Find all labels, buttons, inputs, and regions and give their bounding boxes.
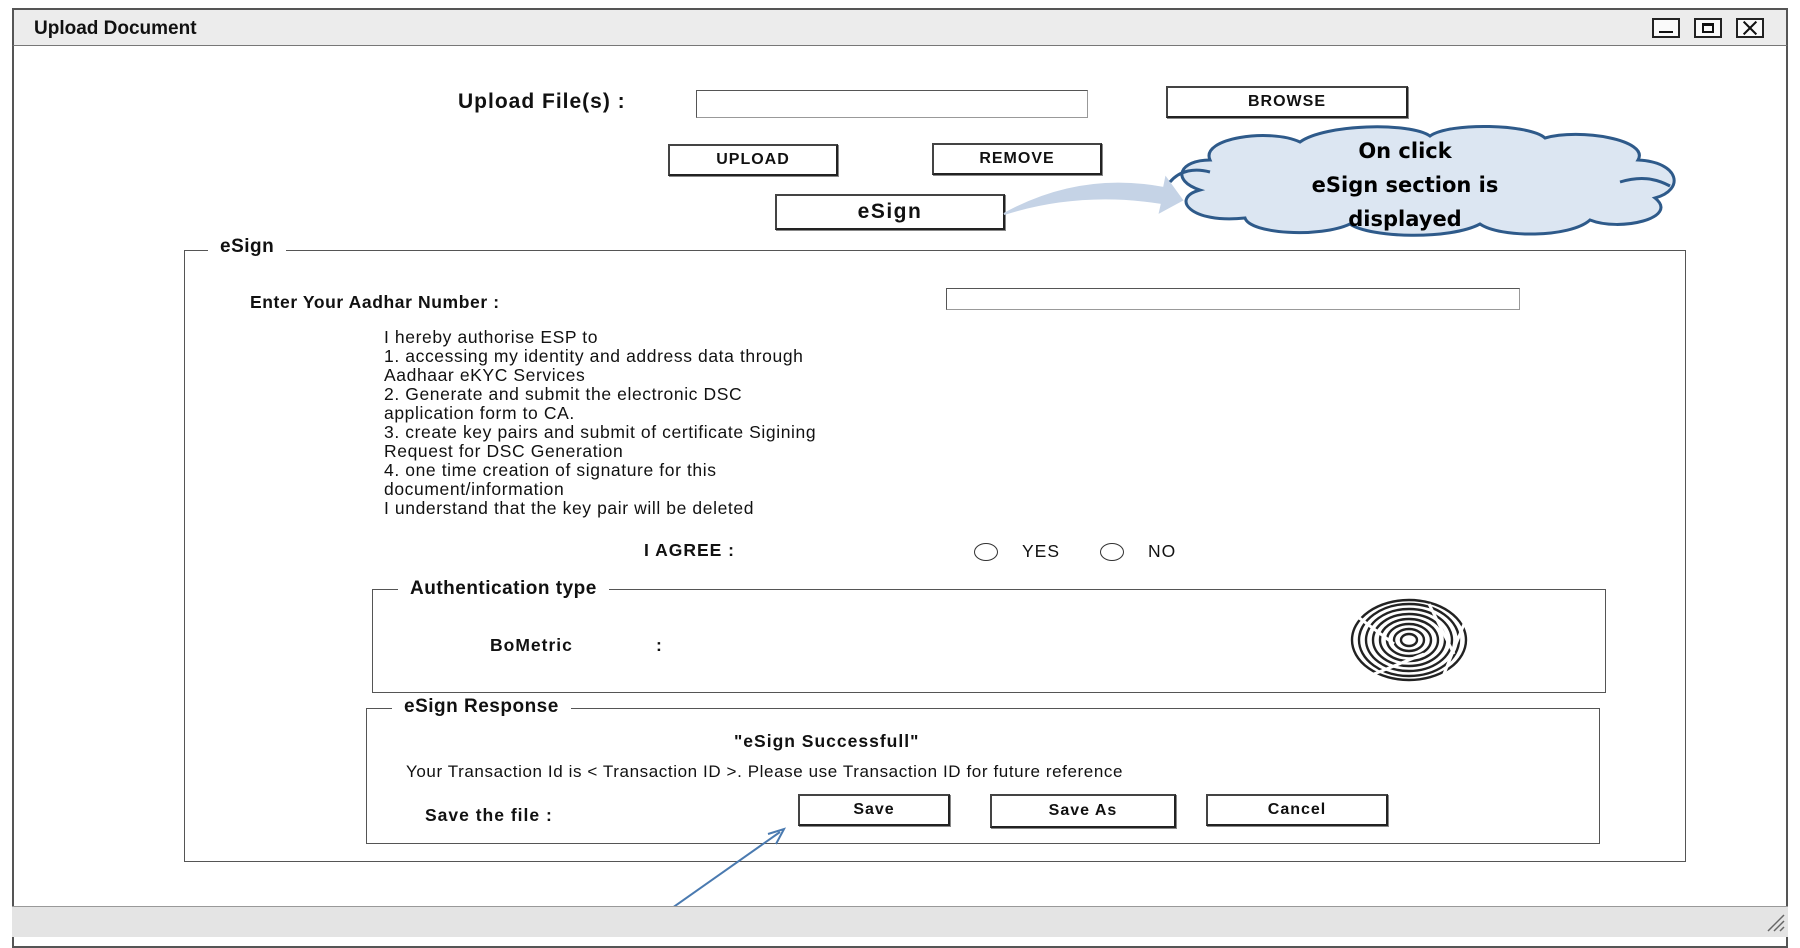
resize-grip-icon[interactable] (1764, 911, 1786, 933)
annotation-arrow (647, 827, 787, 925)
status-bar (12, 906, 1788, 937)
